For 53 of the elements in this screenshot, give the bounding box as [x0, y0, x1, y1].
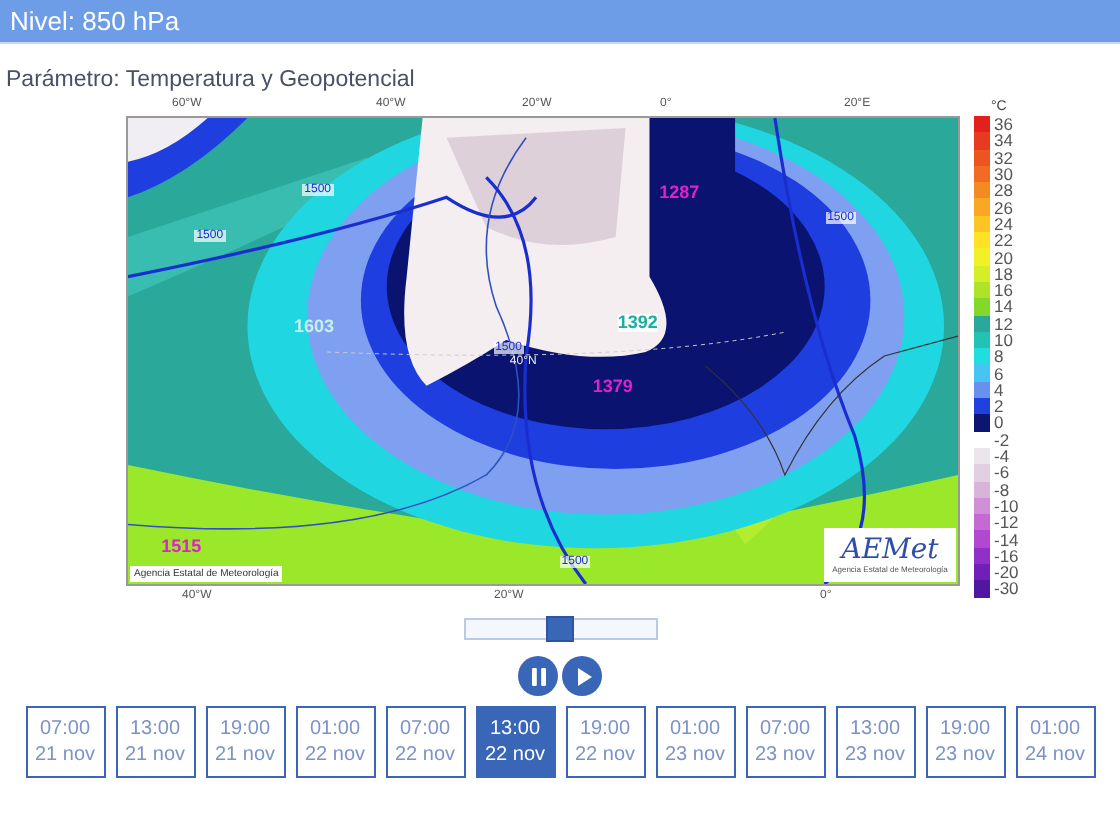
geopotential-value: 1287 — [659, 183, 700, 202]
parameter-label: Parámetro: Temperatura y Geopotencial — [4, 66, 417, 96]
legend-label: 0 — [994, 414, 1004, 431]
legend-label: -10 — [994, 497, 1019, 514]
legend-label: 20 — [994, 249, 1013, 266]
time-step-button[interactable]: 19:00 23 nov — [925, 706, 1005, 778]
pause-button[interactable] — [518, 656, 558, 696]
time-step-button[interactable]: 19:00 22 nov — [565, 706, 645, 778]
legend-label: 10 — [994, 332, 1013, 348]
legend-label: 28 — [994, 182, 1013, 199]
legend-label: -6 — [994, 464, 1010, 481]
legend-label: 12 — [994, 315, 1013, 332]
legend-label: 30 — [994, 166, 1013, 183]
legend-label: -30 — [994, 580, 1019, 597]
time-step-button[interactable]: 01:00 22 nov — [295, 706, 375, 778]
legend-label: 22 — [994, 232, 1013, 249]
time-step-button[interactable]: 13:00 21 nov — [115, 706, 195, 778]
legend-label: -8 — [994, 481, 1010, 498]
legend-label: 8 — [994, 348, 1004, 365]
legend-label: 32 — [994, 149, 1013, 166]
logo-name: AEMet — [841, 535, 939, 563]
legend-label: 2 — [994, 398, 1004, 415]
legend-label: 6 — [994, 365, 1004, 382]
legend-label: -2 — [994, 431, 1010, 448]
legend-label: 14 — [994, 298, 1013, 315]
legend-label: 36 — [994, 116, 1013, 133]
play-button[interactable] — [562, 656, 602, 696]
legend-label: 26 — [994, 199, 1013, 216]
legend-label: -4 — [994, 448, 1010, 465]
slider-thumb[interactable] — [546, 616, 574, 642]
legend-label: 4 — [994, 381, 1004, 398]
time-step-button[interactable]: 19:00 21 nov — [205, 706, 285, 778]
legend-label: -16 — [994, 547, 1019, 564]
time-step-button[interactable]: 01:00 24 nov — [1015, 706, 1095, 778]
level-title: Nivel: 850 hPa — [10, 3, 180, 40]
legend-label: -20 — [994, 564, 1019, 581]
time-step-button[interactable]: 13:00 22 nov — [475, 706, 555, 778]
time-step-button[interactable]: 07:00 22 nov — [385, 706, 465, 778]
legend-label: 16 — [994, 282, 1013, 299]
time-step-button[interactable]: 07:00 21 nov — [25, 706, 105, 778]
time-step-button[interactable]: 07:00 23 nov — [745, 706, 825, 778]
play-icon — [577, 667, 591, 685]
geopotential-value: 1515 — [161, 537, 202, 556]
legend-label: -12 — [994, 514, 1019, 531]
legend-label: 24 — [994, 215, 1013, 232]
time-step-button[interactable]: 01:00 23 nov — [655, 706, 735, 778]
legend-label: 34 — [994, 132, 1013, 149]
legend-label: -14 — [994, 531, 1019, 548]
legend-label: 18 — [994, 265, 1013, 282]
time-slider-track[interactable] — [463, 618, 657, 640]
pause-icon — [531, 667, 545, 685]
time-step-button[interactable]: 13:00 23 nov — [835, 706, 915, 778]
geopotential-value: 1379 — [592, 378, 633, 397]
